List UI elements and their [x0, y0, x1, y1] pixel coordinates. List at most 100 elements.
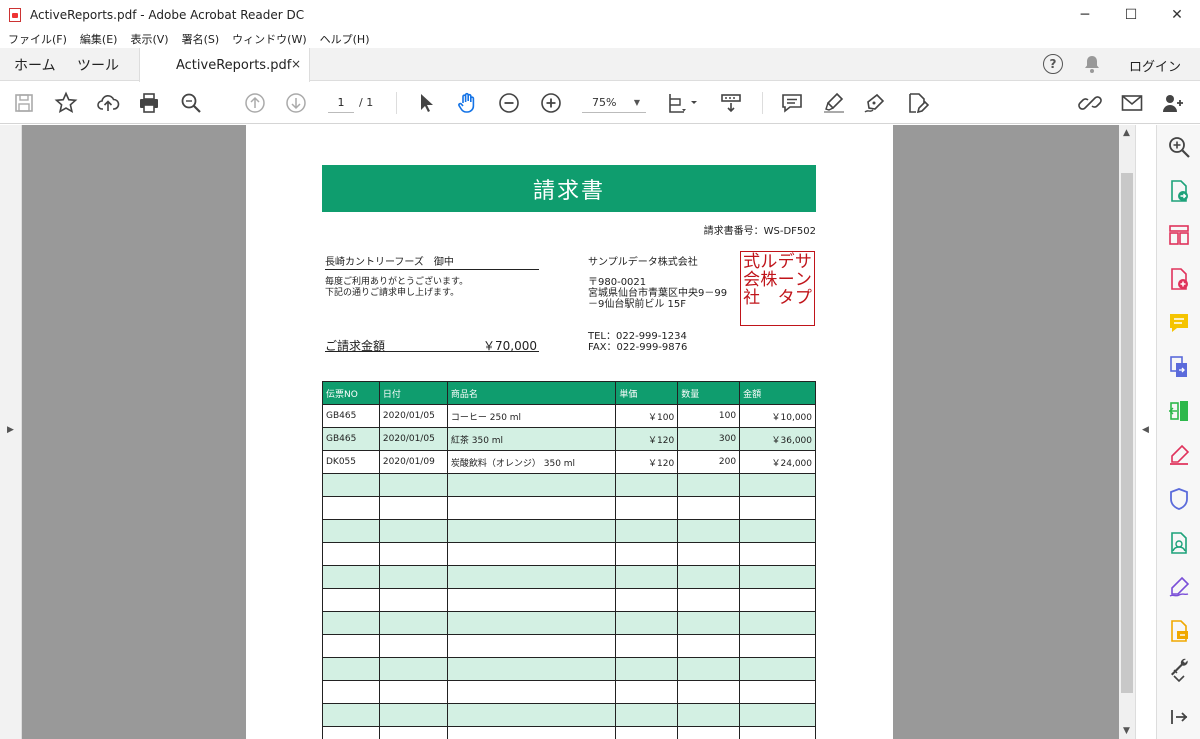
table-row	[322, 496, 816, 520]
table-cell	[739, 496, 816, 520]
fax-number: FAX：022-999-9876	[588, 342, 688, 353]
menu-sign[interactable]: 署名(S)	[182, 31, 220, 47]
send-review-icon[interactable]	[1167, 531, 1191, 555]
add-user-icon[interactable]	[1160, 90, 1186, 116]
table-cell	[322, 703, 380, 727]
search-zoom-icon[interactable]	[1167, 135, 1191, 159]
comment-icon[interactable]	[779, 90, 805, 116]
table-cell	[739, 703, 816, 727]
table-cell	[322, 473, 380, 497]
send-track-icon[interactable]	[1167, 619, 1191, 643]
table-cell: 2020/01/09	[378, 450, 448, 474]
save-icon[interactable]	[11, 90, 37, 116]
table-cell	[677, 473, 741, 497]
scroll-up-icon[interactable]: ▲	[1123, 128, 1130, 138]
close-button[interactable]: ✕	[1154, 0, 1200, 30]
upload-icon[interactable]	[95, 90, 121, 116]
email-icon[interactable]	[1119, 90, 1145, 116]
scroll-down-icon[interactable]: ▼	[1123, 726, 1130, 736]
menu-edit[interactable]: 編集(E)	[80, 31, 118, 47]
zoom-out-icon[interactable]	[496, 90, 522, 116]
table-cell: 100	[677, 404, 741, 428]
table-row	[322, 473, 816, 497]
main-toolbar: 1 / 1 75% ▼	[0, 82, 1200, 124]
highlight-icon[interactable]	[821, 90, 847, 116]
table-cell	[378, 703, 448, 727]
organize-pages-icon[interactable]	[1167, 223, 1191, 247]
share-link-icon[interactable]	[1077, 90, 1103, 116]
bell-icon[interactable]	[1083, 54, 1101, 74]
left-panel-toggle[interactable]: ▶	[0, 125, 22, 739]
document-viewer[interactable]: 請求書 請求書番号：WS-DF502 長崎カントリーフーズ 御中 毎度ご利用あり…	[22, 125, 1119, 739]
select-cursor-icon[interactable]	[413, 90, 439, 116]
table-row	[322, 634, 816, 658]
fill-sign-tool-icon[interactable]	[1167, 443, 1191, 467]
create-pdf-icon[interactable]	[1167, 267, 1191, 291]
seal-column: ル株	[760, 252, 778, 290]
tools-pane	[1156, 125, 1200, 739]
window-title: ActiveReports.pdf - Adobe Acrobat Reader…	[30, 8, 305, 22]
help-icon[interactable]: ?	[1043, 54, 1063, 74]
menu-file[interactable]: ファイル(F)	[8, 31, 67, 47]
phone-number: TEL：022-999-1234	[588, 331, 687, 342]
invoice-number: 請求書番号：WS-DF502	[703, 226, 816, 237]
page-up-icon[interactable]	[242, 90, 268, 116]
minimize-button[interactable]: ─	[1062, 0, 1108, 30]
scroll-mode-icon[interactable]	[718, 90, 744, 116]
tab-tools[interactable]: ツール	[77, 48, 119, 81]
table-cell	[446, 657, 617, 681]
table-row	[322, 703, 816, 727]
close-tab-icon[interactable]: ×	[291, 57, 301, 71]
edit-sign-icon[interactable]	[1167, 575, 1191, 599]
tab-document[interactable]: ActiveReports.pdf ×	[139, 48, 310, 82]
table-row: GB465 2020/01/05 紅茶 350 ml ￥120 300 ￥36,000	[322, 427, 816, 451]
table-cell	[322, 565, 380, 589]
table-cell	[615, 565, 679, 589]
search-icon[interactable]	[178, 90, 204, 116]
login-link[interactable]: ログイン	[1129, 56, 1181, 75]
right-panel-toggle[interactable]: ◀	[1135, 125, 1156, 739]
table-cell	[739, 473, 816, 497]
table-cell	[446, 542, 617, 566]
zoom-select[interactable]: 75% ▼	[582, 93, 646, 113]
fill-sign-icon[interactable]	[904, 90, 930, 116]
print-icon[interactable]	[136, 90, 162, 116]
export-pdf-icon[interactable]	[1167, 179, 1191, 203]
zoom-in-icon[interactable]	[538, 90, 564, 116]
page-down-icon[interactable]	[283, 90, 309, 116]
table-cell	[615, 473, 679, 497]
vertical-scrollbar[interactable]: ▲ ▼	[1119, 125, 1135, 739]
protect-icon[interactable]	[1167, 487, 1191, 511]
table-cell	[615, 588, 679, 612]
menu-help[interactable]: ヘルプ(H)	[320, 31, 370, 47]
table-cell	[739, 611, 816, 635]
greeting-message: 毎度ご利用ありがとうございます。 下記の通りご請求申し上げます。	[325, 277, 468, 299]
menu-view[interactable]: 表示(V)	[130, 31, 168, 47]
chevron-down-icon[interactable]	[1167, 673, 1191, 685]
tab-home[interactable]: ホーム	[14, 48, 56, 81]
table-cell	[677, 680, 741, 704]
sign-icon[interactable]	[862, 90, 888, 116]
menu-window[interactable]: ウィンドウ(W)	[232, 31, 306, 47]
col-date: 日付	[378, 381, 448, 405]
maximize-button[interactable]: ☐	[1108, 0, 1154, 30]
collapse-panel-icon[interactable]	[1167, 705, 1191, 729]
hand-tool-icon[interactable]	[454, 90, 480, 116]
company-address: 〒980-0021 宮城県仙台市青葉区中央9－99 －9仙台駅前ビル 15F	[588, 277, 727, 310]
star-icon[interactable]	[53, 90, 79, 116]
fit-page-icon[interactable]	[666, 90, 700, 116]
table-cell	[739, 634, 816, 658]
expand-left-icon: ▶	[7, 425, 14, 435]
table-cell	[446, 680, 617, 704]
page-number-input[interactable]: 1	[328, 93, 354, 113]
zoom-value: 75%	[592, 96, 617, 109]
table-row	[322, 565, 816, 589]
table-cell	[615, 680, 679, 704]
comment-tool-icon[interactable]	[1167, 311, 1191, 335]
table-cell: ￥100	[615, 404, 679, 428]
compress-icon[interactable]	[1167, 399, 1191, 423]
combine-files-icon[interactable]	[1167, 355, 1191, 379]
table-cell	[446, 588, 617, 612]
table-cell	[739, 680, 816, 704]
scrollbar-thumb[interactable]	[1121, 173, 1133, 693]
